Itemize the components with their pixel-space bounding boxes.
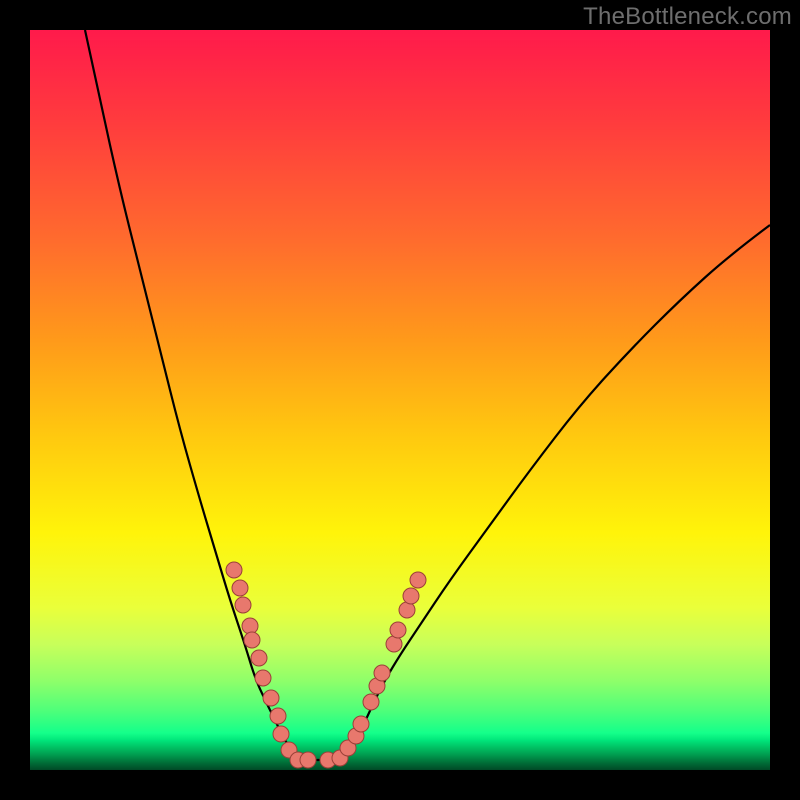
plot-area xyxy=(30,30,770,770)
chart-frame: TheBottleneck.com xyxy=(0,0,800,800)
data-marker xyxy=(235,597,251,613)
data-marker xyxy=(273,726,289,742)
markers-left xyxy=(226,562,316,768)
chart-svg xyxy=(30,30,770,770)
data-marker xyxy=(242,618,258,634)
curve-group xyxy=(85,30,770,760)
data-marker xyxy=(386,636,402,652)
data-marker xyxy=(226,562,242,578)
data-marker xyxy=(251,650,267,666)
data-marker xyxy=(263,690,279,706)
data-marker xyxy=(270,708,286,724)
data-marker xyxy=(399,602,415,618)
data-marker xyxy=(255,670,271,686)
markers-right xyxy=(320,572,426,768)
data-marker xyxy=(232,580,248,596)
right-curve xyxy=(340,225,770,760)
data-marker xyxy=(353,716,369,732)
data-marker xyxy=(410,572,426,588)
data-marker xyxy=(374,665,390,681)
data-marker xyxy=(390,622,406,638)
data-marker xyxy=(300,752,316,768)
data-marker xyxy=(363,694,379,710)
left-curve xyxy=(85,30,300,760)
data-marker xyxy=(403,588,419,604)
watermark-text: TheBottleneck.com xyxy=(583,3,792,31)
data-marker xyxy=(244,632,260,648)
